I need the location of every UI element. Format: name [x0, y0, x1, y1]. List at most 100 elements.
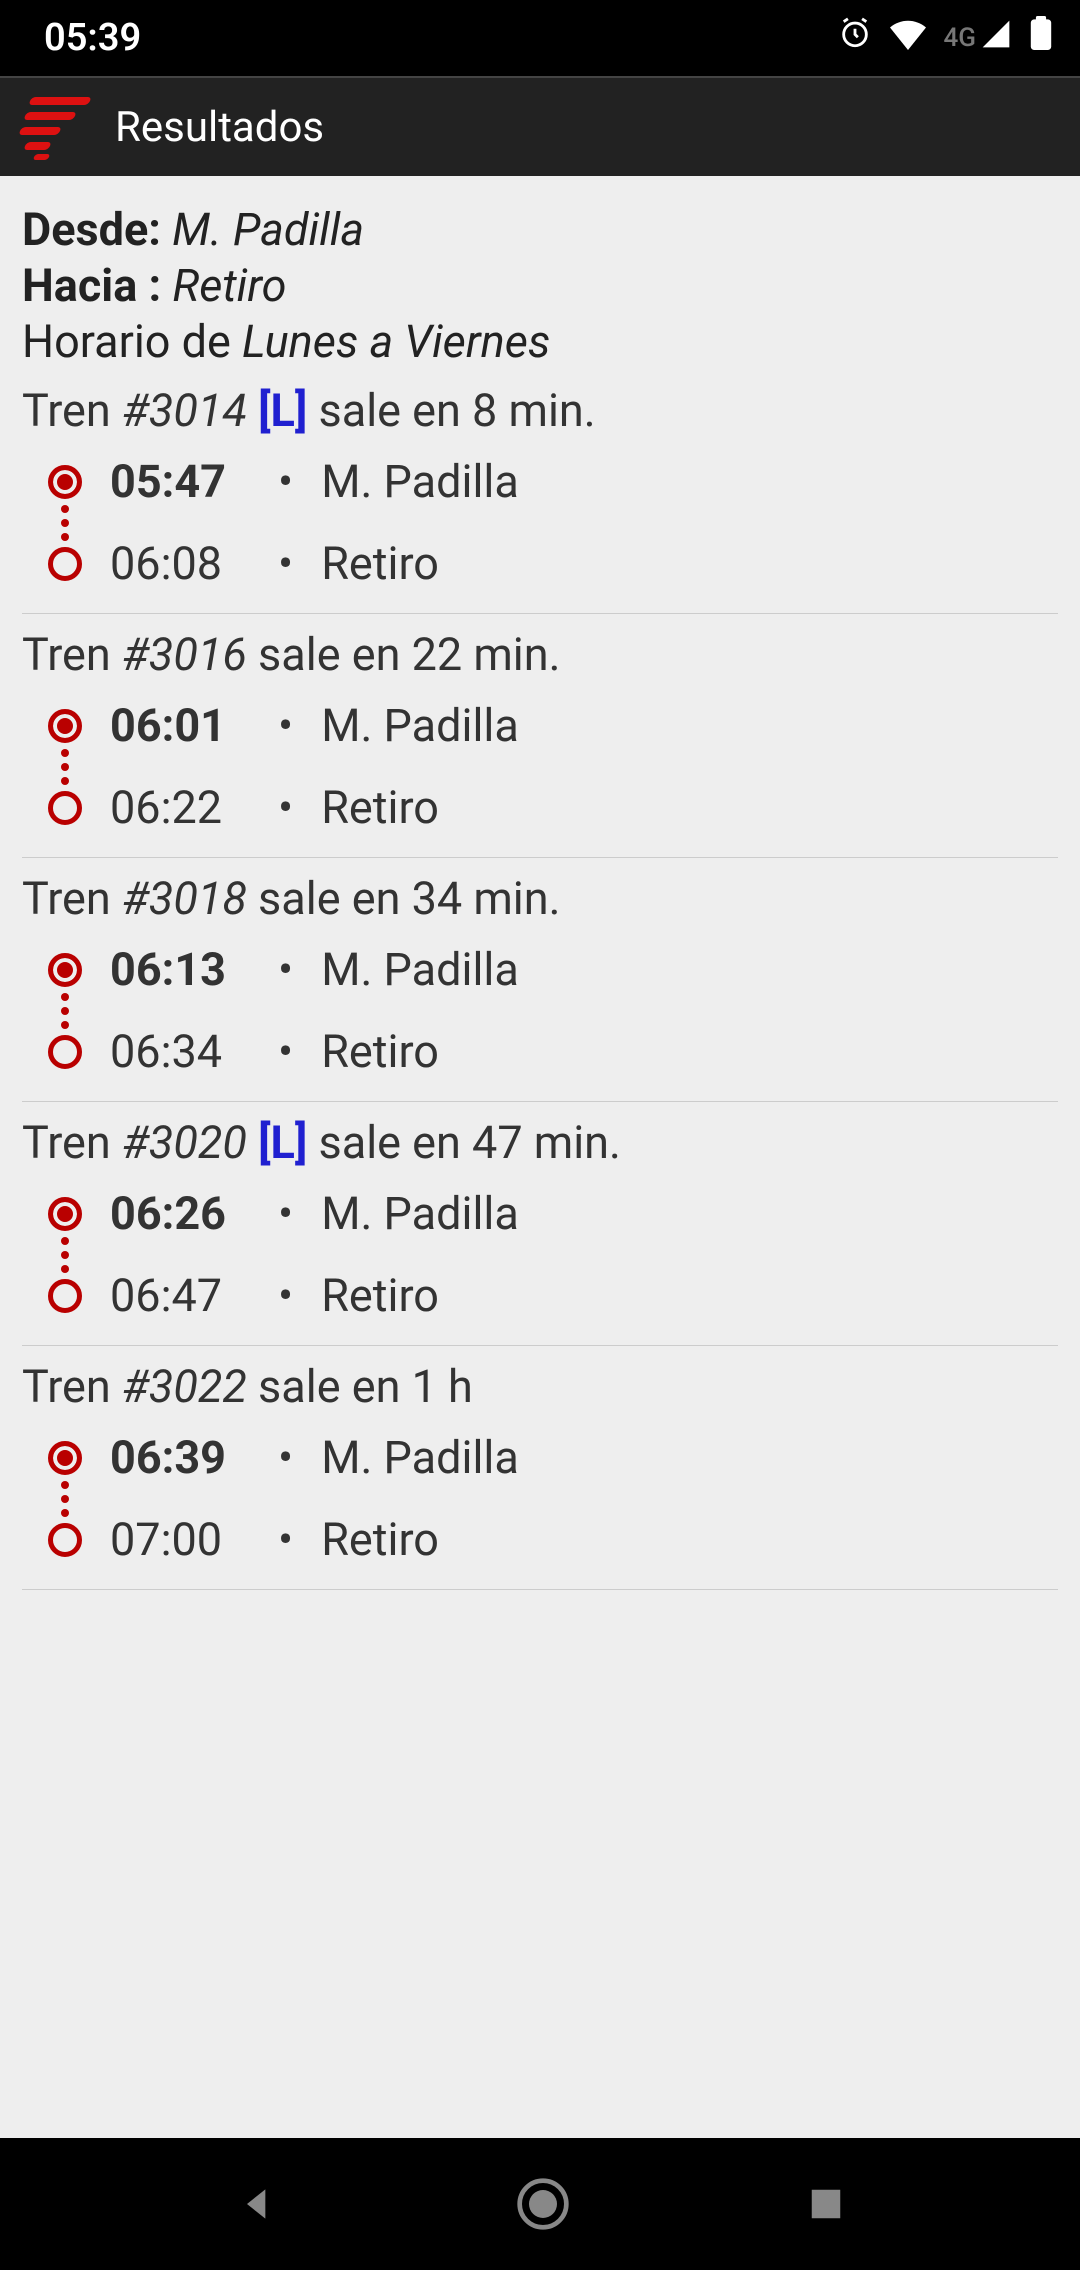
connector-row: [48, 1001, 1058, 1021]
departure-station: M. Padilla: [321, 451, 519, 513]
train-item[interactable]: Tren #3020 [L] sale en 47 min. 06:26 • M. P…: [22, 1116, 1058, 1346]
train-number: #3016: [122, 628, 247, 681]
arrival-row: 06:08 • Retiro: [48, 533, 1058, 595]
separator-dot: •: [278, 1427, 293, 1489]
nav-recent-icon[interactable]: [807, 2185, 845, 2223]
train-suffix: sale en 1 h: [247, 1360, 473, 1413]
train-stops: 06:39•M. Padilla07:00•Retiro: [22, 1427, 1058, 1571]
status-time: 05:39: [44, 16, 141, 60]
train-prefix: Tren: [22, 1360, 122, 1413]
arrival-station: Retiro: [321, 1265, 439, 1327]
arrival-time: 06:34: [110, 1021, 250, 1083]
app-logo-icon: [20, 92, 90, 162]
separator-dot: •: [278, 1509, 293, 1571]
arrival-time: 06:22: [110, 777, 250, 839]
train-suffix: sale en 22 min.: [247, 628, 561, 681]
route-connector-icon: [48, 989, 82, 1033]
alarm-icon: [838, 16, 872, 60]
train-tag: [L]: [258, 1116, 307, 1169]
route-to: Hacia : Retiro: [22, 258, 1058, 314]
arrival-row: 06:47•Retiro: [48, 1265, 1058, 1327]
arrival-row: 06:22•Retiro: [48, 777, 1058, 839]
departure-time: 06:26: [110, 1183, 250, 1245]
wifi-icon: [890, 16, 926, 60]
from-value: M. Padilla: [172, 203, 364, 256]
train-prefix: Tren: [22, 1116, 122, 1169]
departure-time: 06:01: [110, 695, 250, 757]
departure-marker-icon: [48, 465, 82, 499]
schedule-prefix: Horario de: [22, 315, 242, 368]
arrival-time: 06:47: [110, 1265, 250, 1327]
route-schedule: Horario de Lunes a Viernes: [22, 314, 1058, 370]
route-connector-icon: [48, 1477, 82, 1521]
train-item[interactable]: Tren #3014 [L] sale en 8 min.05:47•M. Pa…: [22, 384, 1058, 614]
arrival-marker-icon: [48, 1279, 82, 1313]
to-label: Hacia :: [22, 259, 172, 312]
separator-dot: •: [278, 1021, 293, 1083]
separator-dot: •: [278, 1183, 293, 1245]
train-stops: 05:47•M. Padilla 06:08 • Retiro: [22, 451, 1058, 595]
status-bar: 05:39 4G: [0, 0, 1080, 76]
arrival-station: Retiro: [321, 1509, 439, 1571]
status-icons: 4G: [838, 16, 1053, 60]
departure-time: 06:39: [110, 1427, 250, 1489]
train-item[interactable]: Tren #3016 sale en 22 min.06:01•M. Padil…: [22, 628, 1058, 858]
departure-row: 06:13•M. Padilla: [48, 939, 1058, 1001]
departure-station: M. Padilla: [321, 1183, 519, 1245]
route-connector-icon: [48, 501, 82, 545]
route-connector-icon: [48, 745, 82, 789]
train-item[interactable]: Tren #3022 sale en 1 h06:39•M. Padilla07…: [22, 1360, 1058, 1590]
signal-icon: [980, 16, 1012, 60]
train-number: #3014: [122, 384, 247, 437]
connector-row: [48, 1245, 1058, 1265]
train-prefix: Tren: [22, 628, 122, 681]
results-content: Desde: M. Padilla Hacia : Retiro Horario…: [0, 176, 1080, 1590]
train-title: Tren #3022 sale en 1 h: [22, 1360, 1058, 1413]
departure-row: 06:39 • M. Padilla: [48, 1427, 1058, 1489]
train-number: #3022: [122, 1360, 247, 1413]
train-number: #3020: [122, 1116, 247, 1169]
departure-row: 05:47•M. Padilla: [48, 451, 1058, 513]
departure-marker-icon: [48, 709, 82, 743]
nav-home-icon[interactable]: [515, 2176, 571, 2232]
train-item[interactable]: Tren #3018 sale en 34 min.06:13•M. Padil…: [22, 872, 1058, 1102]
train-prefix: Tren: [22, 872, 122, 925]
departure-marker-icon: [48, 953, 82, 987]
arrival-row: 06:34 • Retiro: [48, 1021, 1058, 1083]
arrival-marker-icon: [48, 1035, 82, 1069]
departure-station: M. Padilla: [321, 1427, 519, 1489]
route-from: Desde: M. Padilla: [22, 202, 1058, 258]
arrival-row: 07:00•Retiro: [48, 1509, 1058, 1571]
app-bar: Resultados: [0, 76, 1080, 176]
arrival-marker-icon: [48, 547, 82, 581]
arrival-station: Retiro: [321, 533, 439, 595]
from-label: Desde:: [22, 203, 172, 256]
departure-row: 06:01•M. Padilla: [48, 695, 1058, 757]
arrival-time: 06:08: [110, 533, 250, 595]
departure-marker-icon: [48, 1441, 82, 1475]
departure-station: M. Padilla: [321, 939, 519, 1001]
train-tag: [L]: [258, 384, 307, 437]
arrival-marker-icon: [48, 791, 82, 825]
departure-marker-icon: [48, 1197, 82, 1231]
train-number: #3018: [122, 872, 247, 925]
train-prefix: Tren: [22, 384, 122, 437]
arrival-station: Retiro: [321, 1021, 439, 1083]
train-title: Tren #3018 sale en 34 min.: [22, 872, 1058, 925]
nav-back-icon[interactable]: [236, 2182, 280, 2226]
separator-dot: •: [278, 939, 293, 1001]
train-stops: 06:01•M. Padilla06:22•Retiro: [22, 695, 1058, 839]
battery-icon: [1030, 16, 1052, 60]
departure-time: 05:47: [110, 451, 250, 513]
connector-row: [48, 757, 1058, 777]
departure-station: M. Padilla: [321, 695, 519, 757]
departure-row: 06:26 • M. Padilla: [48, 1183, 1058, 1245]
separator-dot: •: [278, 533, 293, 595]
nav-bar: [0, 2138, 1080, 2270]
train-stops: 06:26 • M. Padilla 06:47•Retiro: [22, 1183, 1058, 1327]
train-title: Tren #3020 [L] sale en 47 min.: [22, 1116, 1058, 1169]
route-connector-icon: [48, 1233, 82, 1277]
train-suffix: sale en 8 min.: [307, 384, 595, 437]
network-type: 4G: [944, 23, 977, 53]
separator-dot: •: [278, 777, 293, 839]
